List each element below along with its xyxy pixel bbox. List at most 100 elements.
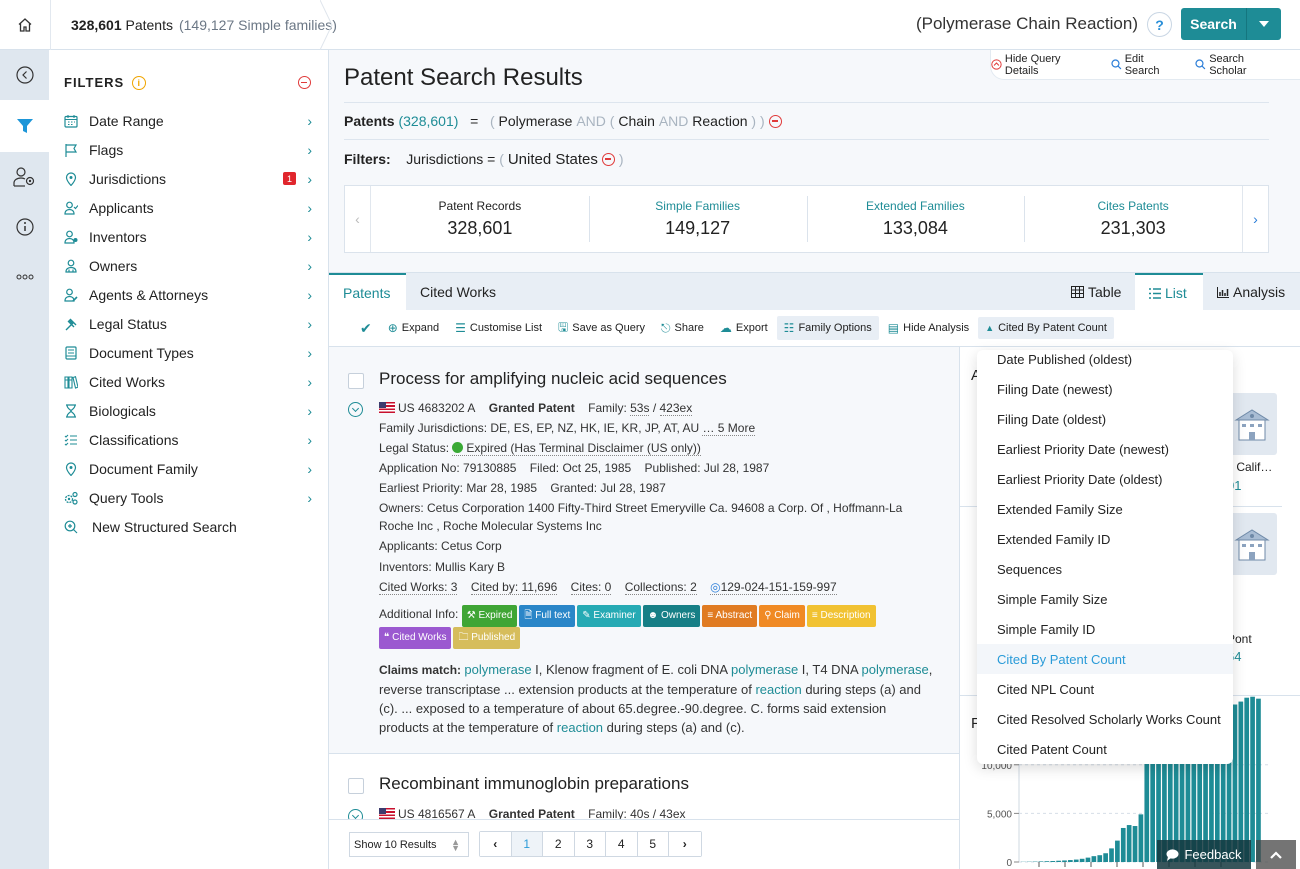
export-button[interactable]: ☁ Export [713, 316, 775, 340]
sort-option-extended-family-id[interactable]: Extended Family ID [977, 524, 1233, 554]
edit-search-link[interactable]: Edit Search [1111, 53, 1182, 77]
page-2[interactable]: 2 [543, 832, 575, 856]
chart-bar[interactable] [1256, 698, 1261, 862]
help-button[interactable]: ? [1147, 12, 1172, 37]
search-button[interactable]: Search [1181, 8, 1247, 40]
chart-bar[interactable] [1144, 762, 1150, 862]
info-tag-expired[interactable]: ⚒ Expired [461, 605, 518, 627]
expand-result-icon[interactable] [348, 402, 363, 417]
extended-family-link[interactable]: 423ex [659, 401, 693, 416]
filter-item-jurisdictions[interactable]: Jurisdictions 1 › [49, 164, 329, 193]
filter-item-owners[interactable]: Owners › [49, 251, 329, 280]
query-count[interactable]: (328,601) [398, 113, 458, 129]
share-button[interactable]: ⎋ Share [654, 316, 711, 341]
sort-option-earliest-priority-date-oldest[interactable]: Earliest Priority Date (oldest) [977, 464, 1233, 494]
collapse-sidebar-button[interactable] [0, 50, 49, 100]
tab-cited-works[interactable]: Cited Works [406, 273, 510, 311]
query-term[interactable]: Chain [618, 113, 655, 129]
patent-number[interactable]: US 4816567 A [398, 807, 475, 819]
filter-item-cited-works[interactable]: Cited Works › [49, 367, 329, 396]
sort-button[interactable]: ▲︎ Cited By Patent Count [978, 317, 1114, 339]
filter-item-document-family[interactable]: Document Family › [49, 454, 329, 483]
stat-extended-families[interactable]: Extended Families 133,084 [806, 186, 1025, 252]
chart-bar[interactable] [1079, 858, 1085, 862]
stat-cites-patents[interactable]: Cites Patents 231,303 [1024, 186, 1242, 252]
page-3[interactable]: 3 [574, 832, 606, 856]
cites-link[interactable]: Cites: 0 [570, 580, 612, 595]
query-term[interactable]: Reaction [692, 113, 747, 129]
clear-filters-button[interactable] [298, 76, 311, 89]
chart-bar[interactable] [1120, 827, 1126, 862]
chart-bar[interactable] [1238, 701, 1244, 862]
page-4[interactable]: 4 [606, 832, 638, 856]
more-jurisdictions-link[interactable]: … 5 More [702, 421, 756, 436]
scroll-top-button[interactable] [1256, 840, 1296, 869]
filters-tab[interactable] [0, 100, 49, 152]
view-table[interactable]: Table [1057, 273, 1135, 311]
chart-bar[interactable] [1250, 696, 1255, 862]
sort-option-extended-family-size[interactable]: Extended Family Size [977, 494, 1233, 524]
sort-option-cited-resolved-scholarly-works-count[interactable]: Cited Resolved Scholarly Works Count [977, 704, 1233, 734]
info-tag-examiner[interactable]: ✎ Examiner [577, 605, 641, 627]
filter-value[interactable]: United States [508, 151, 598, 168]
family-options-button[interactable]: ☷ Family Options [776, 316, 879, 340]
chart-bar[interactable] [1085, 857, 1091, 862]
info-button[interactable] [0, 202, 49, 252]
chart-bar[interactable] [1103, 853, 1108, 862]
expand-button[interactable]: ⊕ Expand [381, 316, 446, 340]
save-as-query-button[interactable]: 🖫 Save as Query [551, 313, 652, 344]
hide-analysis-button[interactable]: ▤ Hide Analysis [881, 316, 976, 340]
collections-link[interactable]: Collections: 2 [624, 580, 697, 595]
info-tag-published[interactable]: 🗀 Published [453, 627, 521, 649]
chart-bar[interactable] [1126, 825, 1132, 862]
results-per-page-select[interactable]: Show 10 Results ▲ ▼ [349, 832, 469, 857]
sort-option-sequences[interactable]: Sequences [977, 554, 1233, 584]
filter-item-inventors[interactable]: Inventors › [49, 222, 329, 251]
view-list[interactable]: List [1135, 273, 1203, 311]
info-tag-abstract[interactable]: ≡ Abstract [702, 605, 758, 627]
filter-item-date-range[interactable]: Date Range › [49, 106, 329, 135]
filter-item-classifications[interactable]: Classifications › [49, 425, 329, 454]
filter-item-agents-attorneys[interactable]: Agents & Attorneys › [49, 280, 329, 309]
feedback-button[interactable]: Feedback [1157, 840, 1251, 869]
remove-filter-icon[interactable] [601, 152, 615, 166]
chart-bar[interactable] [1150, 755, 1155, 862]
next-page-button[interactable]: › [669, 832, 701, 856]
filter-item-legal-status[interactable]: Legal Status › [49, 309, 329, 338]
view-analysis[interactable]: Analysis [1203, 273, 1299, 311]
owner-name[interactable]: v Calif… [1227, 460, 1272, 474]
chart-bar[interactable] [1109, 848, 1114, 862]
tab-patents[interactable]: Patents [329, 273, 406, 311]
chart-bar[interactable] [1073, 859, 1079, 862]
owner-card-image[interactable] [1227, 393, 1277, 455]
result-checkbox[interactable] [348, 373, 364, 389]
info-tag-full-text[interactable]: 🗎 Full text [519, 605, 576, 627]
chart-bar[interactable] [1050, 861, 1056, 862]
sort-option-simple-family-id[interactable]: Simple Family ID [977, 614, 1233, 644]
expand-result-icon[interactable] [348, 809, 363, 819]
user-settings-button[interactable] [0, 152, 49, 202]
filter-item-new-structured-search[interactable]: New Structured Search [49, 512, 329, 541]
search-scholar-link[interactable]: Search Scholar [1195, 53, 1284, 77]
chart-bar[interactable] [1044, 861, 1050, 862]
sort-option-earliest-priority-date-newest[interactable]: Earliest Priority Date (newest) [977, 434, 1233, 464]
result-title[interactable]: Recombinant immunoglobin preparations [379, 774, 689, 794]
customise-list-button[interactable]: ☰ Customise List [448, 316, 549, 340]
info-tag-owners[interactable]: ☻ Owners [642, 605, 701, 627]
sort-option-filing-date-newest[interactable]: Filing Date (newest) [977, 374, 1233, 404]
info-tag-claim[interactable]: ⚲ Claim [759, 605, 805, 627]
filter-item-query-tools[interactable]: Query Tools › [49, 483, 329, 512]
chart-bar[interactable] [1232, 704, 1238, 863]
page-5[interactable]: 5 [637, 832, 669, 856]
filters-info-icon[interactable]: i [132, 75, 147, 90]
chart-bar[interactable] [1091, 856, 1097, 862]
chart-bar[interactable] [1097, 855, 1103, 862]
family-value[interactable]: 40s / 43ex [630, 807, 685, 819]
sort-option-simple-family-size[interactable]: Simple Family Size [977, 584, 1233, 614]
carousel-prev-button[interactable]: ‹ [345, 186, 371, 252]
cited-by-link[interactable]: Cited by: 11,696 [470, 580, 558, 595]
more-button[interactable] [0, 252, 49, 302]
result-title[interactable]: Process for amplifying nucleic acid sequ… [379, 369, 727, 389]
chart-bar[interactable] [1132, 826, 1138, 862]
owner-card-image[interactable] [1227, 513, 1277, 575]
